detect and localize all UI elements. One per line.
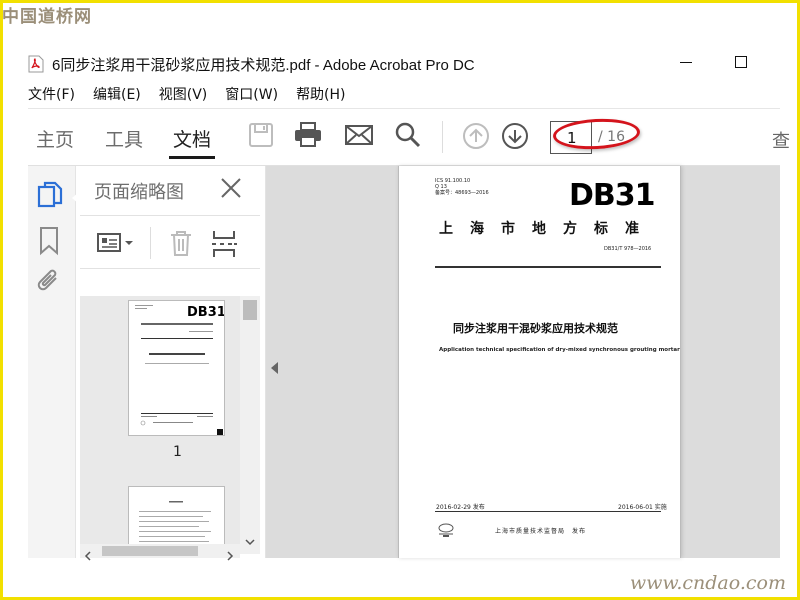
menu-view[interactable]: 视图(V) [159,84,208,106]
options-menu-icon[interactable] [96,231,136,259]
menu-bar: 文件(F) 编辑(E) 视图(V) 窗口(W) 帮助(H) [28,84,346,106]
page-thumbnails-icon[interactable] [36,180,64,214]
tab-document[interactable]: 文档 [173,125,211,152]
issuer: 上海市质量技术监督局 发布 [495,528,587,535]
extract-pages-icon[interactable] [210,229,238,263]
prev-page-icon[interactable] [461,121,491,151]
save-icon[interactable] [247,121,277,151]
panel-divider [80,215,260,216]
navigation-strip [28,166,79,558]
watermark-top: 中国道桥网 [2,7,92,27]
bookmark-icon[interactable] [38,226,60,260]
panel-title: 页面缩略图 [94,182,184,203]
close-icon[interactable] [219,176,243,200]
thumbnail-page-number: 1 [173,444,182,460]
collapse-panel-icon[interactable] [271,362,278,374]
thumbnail-horizontal-scrollbar[interactable] [80,544,240,561]
window-title: 6同步注浆用干混砂浆应用技术规范.pdf - Adobe Acrobat Pro… [52,56,475,74]
thumbnails-panel: 页面缩略图 DB31 1 [76,166,266,561]
email-icon[interactable] [344,121,374,151]
next-page-icon[interactable] [500,121,530,151]
issuer-logo-icon [435,522,457,538]
svg-text:DB31: DB31 [187,305,224,320]
toolbar-cutoff-label: 查 [772,131,790,152]
toolbar-separator [442,121,443,153]
page-rule [435,266,661,268]
scroll-left-icon[interactable] [84,546,92,565]
tab-tools[interactable]: 工具 [105,125,143,152]
pdf-page: ICS 91.100.10 Q 13 备案号：48693—2016 DB31 上… [398,166,681,558]
panel-toolbar [76,221,266,265]
watermark-bottom: www.cndao.com [629,572,786,594]
standard-number: DB31/T 978—2016 [604,246,652,252]
standard-code: DB31 [569,178,656,213]
page-header-line: 备案号：48693—2016 [435,190,489,196]
menu-file[interactable]: 文件(F) [28,84,75,106]
implementation-date: 2016-06-01 实施 [618,504,667,511]
document-title-cn: 同步注浆用干混砂浆应用技术规范 [453,322,618,335]
document-title-en: Application technical specification of d… [439,347,680,353]
scroll-down-icon[interactable] [245,531,255,550]
horizontal-scroll-thumb[interactable] [102,546,198,556]
search-icon[interactable] [394,121,424,151]
page-thumbnail-1[interactable]: DB31 [128,300,226,436]
scroll-right-icon[interactable] [226,546,234,565]
maximize-button[interactable] [735,56,747,68]
toolbar: 主页 工具 文档 1 / 16 查 [28,108,790,166]
menu-window[interactable]: 窗口(W) [225,84,278,106]
tab-home[interactable]: 主页 [36,125,74,152]
delete-icon[interactable] [168,229,194,261]
standard-category: 上海市地方标准 [439,221,656,237]
thumbnail-vertical-scrollbar[interactable] [240,296,260,554]
minimize-button[interactable] [680,62,692,63]
title-bar: 6同步注浆用干混砂浆应用技术规范.pdf - Adobe Acrobat Pro… [28,52,788,76]
issue-date: 2016-02-29 发布 [436,504,485,511]
vertical-scroll-thumb[interactable] [243,300,257,320]
menu-edit[interactable]: 编辑(E) [93,84,141,106]
attachment-icon[interactable] [36,268,62,300]
panel-divider [80,268,260,269]
tab-active-indicator [169,156,215,159]
thumbnail-list: DB31 1 [80,296,240,554]
page-rule [435,511,661,512]
panel-tool-separator [150,227,151,259]
print-icon[interactable] [293,121,323,151]
menu-help[interactable]: 帮助(H) [296,84,345,106]
pdf-file-icon [28,55,44,73]
